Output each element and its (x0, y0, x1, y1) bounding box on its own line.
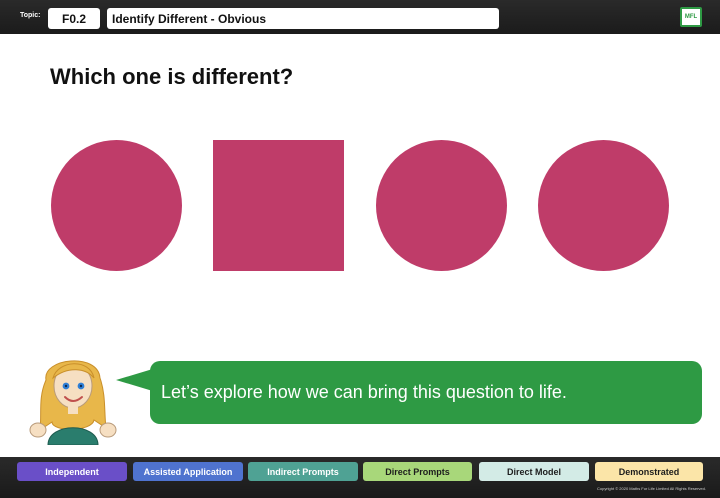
mfl-logo-icon: MFL (680, 7, 702, 27)
question-heading: Which one is different? (50, 64, 294, 89)
level-button-direct-prompts[interactable]: Direct Prompts (363, 462, 472, 481)
shape-circle-2[interactable] (376, 140, 507, 271)
copyright-text: Copyright © 2020 Maths For Life Limited … (597, 486, 706, 491)
girl-character-icon (29, 360, 117, 445)
level-button-independent[interactable]: Independent (17, 462, 127, 481)
topic-title: Identify Different - Obvious (107, 8, 499, 29)
bottom-bar: Independent Assisted Application Indirec… (0, 457, 720, 498)
level-button-indirect-prompts[interactable]: Indirect Prompts (248, 462, 358, 481)
top-bar: Topic: F0.2 Identify Different - Obvious… (0, 0, 720, 34)
shape-circle-1[interactable] (51, 140, 182, 271)
speech-bubble: Let’s explore how we can bring this ques… (150, 361, 702, 424)
level-button-direct-model[interactable]: Direct Model (479, 462, 589, 481)
level-button-demonstrated[interactable]: Demonstrated (595, 462, 703, 481)
topic-code: F0.2 (48, 8, 100, 29)
speech-bubble-text: Let’s explore how we can bring this ques… (161, 382, 567, 402)
topic-label: Topic: (20, 12, 41, 19)
shape-circle-3[interactable] (538, 140, 669, 271)
shape-square[interactable] (213, 140, 344, 271)
logo-text: MFL (684, 14, 698, 20)
level-button-assisted-application[interactable]: Assisted Application (133, 462, 243, 481)
